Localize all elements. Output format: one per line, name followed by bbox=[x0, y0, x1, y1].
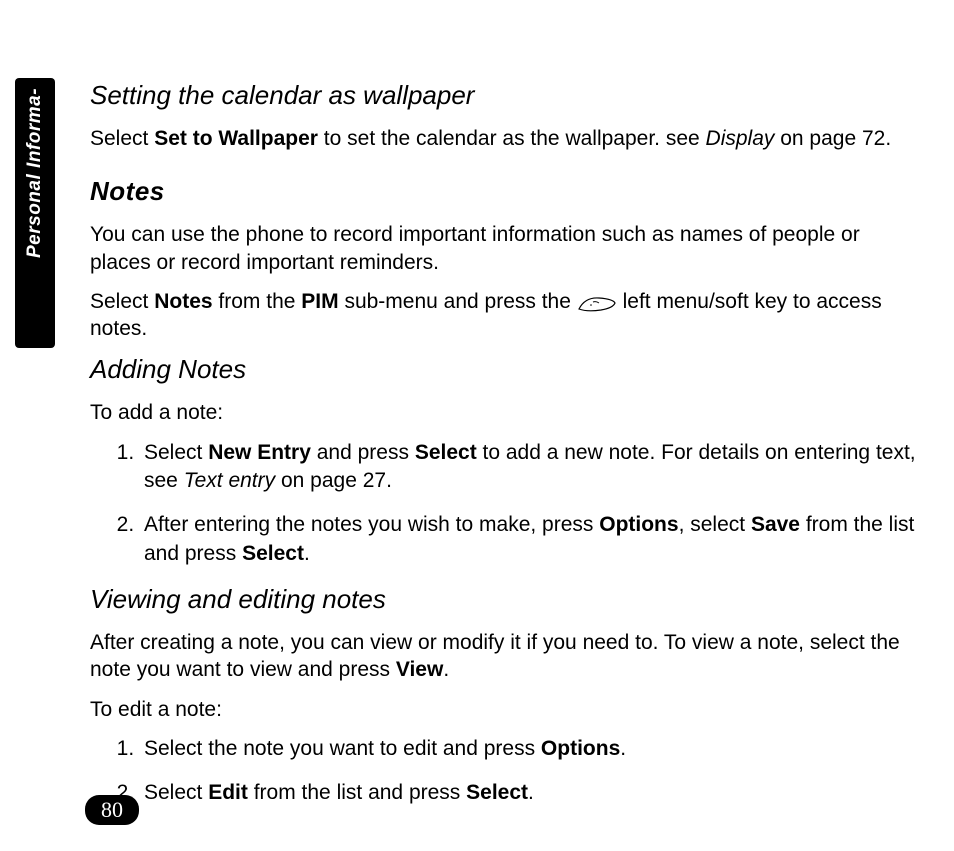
heading-adding-notes: Adding Notes bbox=[90, 354, 924, 385]
text-run: on page 72. bbox=[774, 127, 891, 150]
menu-item-new-entry: New Entry bbox=[208, 441, 311, 464]
text-run: . bbox=[528, 781, 534, 804]
soft-key-icon bbox=[577, 293, 617, 311]
heading-calendar-wallpaper: Setting the calendar as wallpaper bbox=[90, 80, 924, 111]
text-run: Select the note you want to edit and pre… bbox=[144, 737, 541, 760]
chapter-side-tab-label: Personal Informa- bbox=[16, 88, 54, 258]
paragraph-add-intro: To add a note: bbox=[90, 399, 924, 426]
text-run: After entering the notes you wish to mak… bbox=[144, 513, 599, 536]
menu-item-edit: Edit bbox=[208, 781, 248, 804]
cross-reference-text-entry: Text entry bbox=[184, 469, 281, 492]
text-run: . bbox=[443, 658, 449, 681]
paragraph-edit-intro: To edit a note: bbox=[90, 696, 924, 723]
menu-item-options: Options bbox=[599, 513, 678, 536]
text-run: on page 27. bbox=[281, 469, 392, 492]
menu-item-options: Options bbox=[541, 737, 620, 760]
text-run: from the bbox=[213, 290, 302, 313]
manual-page: Personal Informa- Setting the calendar a… bbox=[0, 0, 954, 851]
text-run: After creating a note, you can view or m… bbox=[90, 631, 900, 681]
menu-item-pim: PIM bbox=[301, 290, 338, 313]
menu-item-save: Save bbox=[751, 513, 800, 536]
list-item: Select New Entry and press Select to add… bbox=[140, 439, 924, 496]
heading-viewing-editing-notes: Viewing and editing notes bbox=[90, 584, 924, 615]
paragraph-notes-intro: You can use the phone to record importan… bbox=[90, 221, 924, 276]
menu-item-notes: Notes bbox=[154, 290, 212, 313]
steps-edit-note: Select the note you want to edit and pre… bbox=[90, 735, 924, 808]
menu-item-set-to-wallpaper: Set to Wallpaper bbox=[154, 127, 318, 150]
text-run: Select bbox=[144, 781, 208, 804]
text-run: , select bbox=[679, 513, 751, 536]
text-run: Select bbox=[90, 127, 154, 150]
text-run: Select bbox=[144, 441, 208, 464]
text-run: Select bbox=[90, 290, 154, 313]
page-number-value: 80 bbox=[101, 797, 123, 822]
menu-item-select: Select bbox=[415, 441, 477, 464]
section-title-notes: Notes bbox=[90, 176, 924, 207]
paragraph-viewing-notes: After creating a note, you can view or m… bbox=[90, 629, 924, 684]
steps-add-note: Select New Entry and press Select to add… bbox=[90, 439, 924, 568]
page-number-badge: 80 bbox=[85, 795, 139, 825]
text-run: . bbox=[620, 737, 626, 760]
paragraph-calendar-wallpaper: Select Set to Wallpaper to set the calen… bbox=[90, 125, 924, 152]
text-run: . bbox=[304, 542, 310, 565]
text-run: sub-menu and press the bbox=[339, 290, 577, 313]
list-item: Select the note you want to edit and pre… bbox=[140, 735, 924, 763]
chapter-side-tab: Personal Informa- bbox=[15, 78, 55, 348]
text-run: to set the calendar as the wallpaper. se… bbox=[318, 127, 706, 150]
menu-item-view: View bbox=[396, 658, 443, 681]
text-run: from the list and press bbox=[248, 781, 466, 804]
menu-item-select: Select bbox=[242, 542, 304, 565]
paragraph-notes-access: Select Notes from the PIM sub-menu and p… bbox=[90, 288, 924, 343]
list-item: After entering the notes you wish to mak… bbox=[140, 511, 924, 568]
menu-item-select: Select bbox=[466, 781, 528, 804]
list-item: Select Edit from the list and press Sele… bbox=[140, 779, 924, 807]
cross-reference-display: Display bbox=[706, 127, 775, 150]
text-run: and press bbox=[311, 441, 415, 464]
